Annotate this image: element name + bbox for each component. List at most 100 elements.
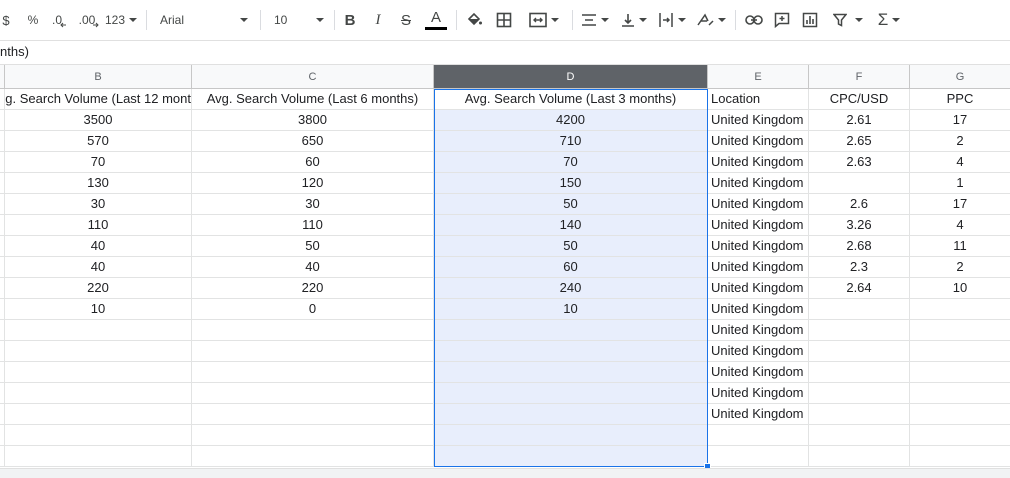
cell-e[interactable]: United Kingdom [708, 278, 809, 299]
cell-b[interactable]: 110 [5, 215, 192, 236]
cell-d[interactable]: 4200 [434, 110, 708, 131]
cell-g[interactable] [910, 404, 1010, 425]
cell-c[interactable] [192, 383, 434, 404]
font-family-select[interactable]: Arial [160, 8, 250, 32]
text-color-button[interactable]: A [424, 8, 448, 32]
cell-d[interactable] [434, 362, 708, 383]
column-header-d[interactable]: D [434, 65, 708, 89]
cell-e[interactable]: United Kingdom [708, 173, 809, 194]
cell-b[interactable]: 40 [5, 236, 192, 257]
filter-button[interactable] [829, 8, 867, 32]
cell-c[interactable]: 0 [192, 299, 434, 320]
cell-f[interactable]: 2.64 [809, 278, 910, 299]
column-header-e[interactable]: E [708, 65, 809, 89]
header-cell-g[interactable]: PPC [910, 89, 1010, 110]
cell-g[interactable]: 11 [910, 236, 1010, 257]
cell-d[interactable]: 70 [434, 152, 708, 173]
insert-link-button[interactable] [744, 8, 764, 32]
column-header-g[interactable]: G [910, 65, 1010, 89]
cell-g[interactable]: 1 [910, 173, 1010, 194]
cell-c[interactable]: 120 [192, 173, 434, 194]
cell-e[interactable] [708, 446, 809, 467]
cell-g[interactable]: 2 [910, 257, 1010, 278]
cell-e[interactable] [708, 425, 809, 446]
cell-b[interactable] [5, 362, 192, 383]
cell-e[interactable]: United Kingdom [708, 152, 809, 173]
cell-f[interactable]: 2.3 [809, 257, 910, 278]
text-wrapping-button[interactable] [656, 8, 688, 32]
cell-d[interactable]: 710 [434, 131, 708, 152]
cell-b[interactable] [5, 446, 192, 467]
currency-format-button[interactable]: $ [0, 8, 12, 32]
cell-e[interactable]: United Kingdom [708, 131, 809, 152]
cell-e[interactable]: United Kingdom [708, 110, 809, 131]
cell-g[interactable] [910, 320, 1010, 341]
cell-e[interactable]: United Kingdom [708, 257, 809, 278]
merge-cells-button[interactable] [524, 8, 564, 32]
percent-format-button[interactable]: % [24, 8, 42, 32]
cell-f[interactable]: 2.6 [809, 194, 910, 215]
cell-g[interactable] [910, 446, 1010, 467]
cell-b[interactable] [5, 383, 192, 404]
cell-b[interactable]: 570 [5, 131, 192, 152]
horizontal-align-button[interactable] [578, 8, 612, 32]
cell-g[interactable]: 2 [910, 131, 1010, 152]
cell-g[interactable] [910, 299, 1010, 320]
cell-e[interactable]: United Kingdom [708, 299, 809, 320]
cell-b[interactable]: 130 [5, 173, 192, 194]
cell-g[interactable]: 17 [910, 194, 1010, 215]
cell-e[interactable]: United Kingdom [708, 362, 809, 383]
cell-c[interactable]: 50 [192, 236, 434, 257]
decrease-decimal-button[interactable]: .0 [48, 8, 70, 32]
header-cell-e[interactable]: Location [708, 89, 809, 110]
cell-f[interactable]: 2.61 [809, 110, 910, 131]
cell-b[interactable]: 70 [5, 152, 192, 173]
cell-g[interactable] [910, 383, 1010, 404]
cell-c[interactable] [192, 425, 434, 446]
borders-button[interactable] [494, 8, 514, 32]
cell-f[interactable] [809, 320, 910, 341]
cell-g[interactable]: 10 [910, 278, 1010, 299]
cell-c[interactable] [192, 404, 434, 425]
increase-decimal-button[interactable]: .00 [76, 8, 102, 32]
cell-d[interactable] [434, 341, 708, 362]
column-header-b[interactable]: B [5, 65, 192, 89]
cell-b[interactable] [5, 404, 192, 425]
cell-f[interactable]: 2.63 [809, 152, 910, 173]
cell-d[interactable]: 150 [434, 173, 708, 194]
column-header-c[interactable]: C [192, 65, 434, 89]
cell-c[interactable]: 110 [192, 215, 434, 236]
cell-e[interactable]: United Kingdom [708, 194, 809, 215]
cell-f[interactable] [809, 341, 910, 362]
column-header-f[interactable]: F [809, 65, 910, 89]
cell-b[interactable]: 40 [5, 257, 192, 278]
cell-f[interactable]: 3.26 [809, 215, 910, 236]
cell-c[interactable] [192, 341, 434, 362]
cell-g[interactable] [910, 341, 1010, 362]
cell-b[interactable]: 30 [5, 194, 192, 215]
cell-f[interactable] [809, 173, 910, 194]
cell-b[interactable] [5, 425, 192, 446]
cell-b[interactable]: 220 [5, 278, 192, 299]
insert-chart-button[interactable] [800, 8, 820, 32]
cell-b[interactable]: 3500 [5, 110, 192, 131]
cell-e[interactable]: United Kingdom [708, 383, 809, 404]
cell-d[interactable]: 140 [434, 215, 708, 236]
cell-g[interactable] [910, 425, 1010, 446]
cell-f[interactable] [809, 446, 910, 467]
cell-e[interactable]: United Kingdom [708, 215, 809, 236]
horizontal-scrollbar[interactable] [0, 468, 1010, 478]
cell-e[interactable]: United Kingdom [708, 320, 809, 341]
cell-c[interactable]: 30 [192, 194, 434, 215]
cell-f[interactable]: 2.65 [809, 131, 910, 152]
strikethrough-button[interactable]: S [397, 8, 415, 32]
more-formats-button[interactable]: 123 [104, 8, 138, 32]
cell-c[interactable]: 220 [192, 278, 434, 299]
cell-b[interactable] [5, 341, 192, 362]
header-cell-f[interactable]: CPC/USD [809, 89, 910, 110]
cell-b[interactable] [5, 320, 192, 341]
cell-d[interactable]: 50 [434, 236, 708, 257]
cell-d[interactable] [434, 446, 708, 467]
cell-f[interactable] [809, 362, 910, 383]
font-size-select[interactable]: 10 [274, 8, 326, 32]
